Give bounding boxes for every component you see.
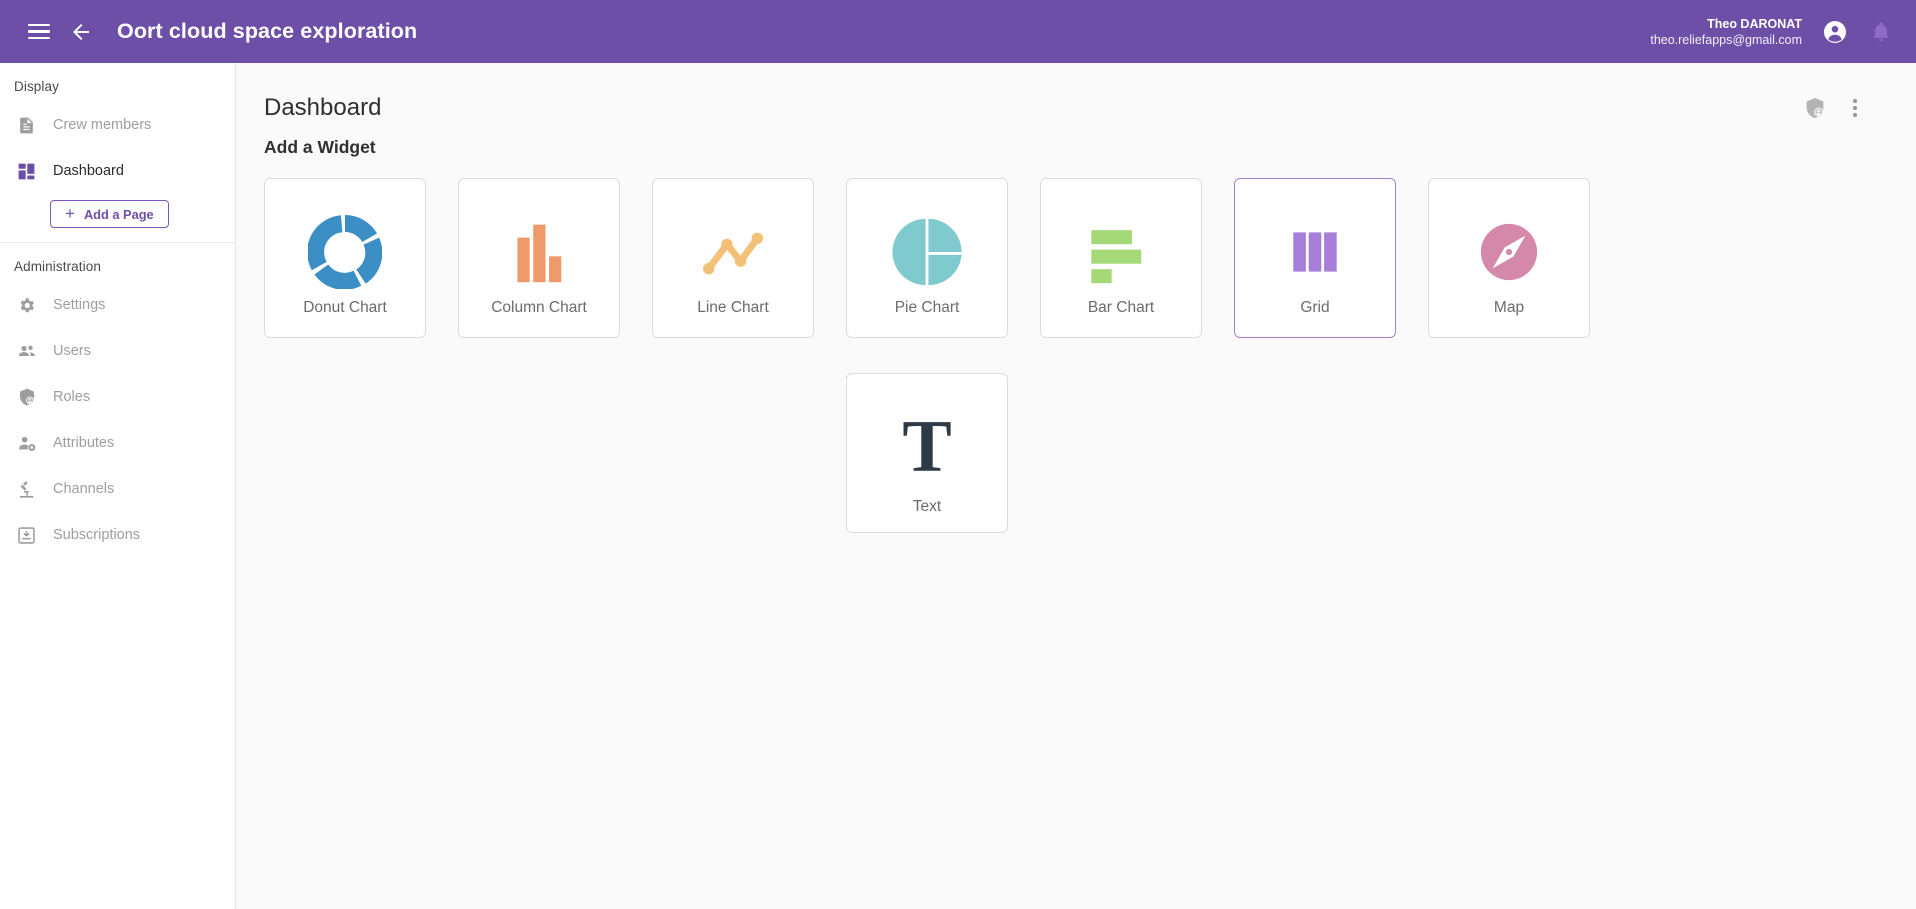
app-bar-left: Oort cloud space exploration: [0, 11, 417, 53]
back-arrow-icon: [73, 23, 89, 40]
widget-card-column-chart[interactable]: Column Chart: [458, 178, 620, 338]
users-icon: [16, 341, 37, 362]
add-widget-section-title: Add a Widget: [264, 137, 376, 157]
microscope-icon: [16, 479, 37, 500]
widget-label: Line Chart: [697, 299, 769, 316]
widget-label: Grid: [1300, 299, 1330, 316]
sidebar-item-settings[interactable]: Settings: [0, 282, 235, 328]
widget-visual: [1041, 209, 1201, 295]
more-vert-icon: [1853, 99, 1857, 117]
add-page-wrapper: + Add a Page: [0, 194, 235, 242]
more-options-button[interactable]: [1842, 95, 1868, 121]
gear-icon: [16, 295, 37, 316]
inbox-download-icon: [16, 525, 37, 546]
main-header-actions: [1802, 95, 1868, 121]
sidebar-item-label: Subscriptions: [53, 527, 141, 543]
user-name: Theo DARONAT: [1707, 16, 1802, 31]
account-circle-icon: [1824, 20, 1846, 43]
widget-grid: Donut Chart Column Chart Line Chart Pie …: [236, 158, 1676, 533]
app-root: Oort cloud space exploration Theo DARONA…: [0, 0, 1916, 909]
widget-card-pie-chart[interactable]: Pie Chart: [846, 178, 1008, 338]
sidebar-item-crew-members[interactable]: Crew members: [0, 102, 235, 148]
widget-visual: [265, 209, 425, 295]
widget-label: Map: [1493, 299, 1525, 316]
page-title: Dashboard: [264, 94, 382, 121]
donut-chart-icon: [308, 215, 382, 289]
notifications-button[interactable]: [1860, 11, 1902, 53]
person-gear-icon: [16, 433, 37, 454]
sidebar-item-attributes[interactable]: Attributes: [0, 420, 235, 466]
widget-card-bar-chart[interactable]: Bar Chart: [1040, 178, 1202, 338]
sidebar-item-channels[interactable]: Channels: [0, 466, 235, 512]
pie-chart-icon: [892, 218, 962, 286]
app-bar-title: Oort cloud space exploration: [117, 19, 418, 43]
widget-visual: [1235, 209, 1395, 295]
widget-card-donut-chart[interactable]: Donut Chart: [264, 178, 426, 338]
document-icon: [16, 115, 37, 136]
sidebar-item-label: Dashboard: [53, 163, 124, 179]
sidebar-item-label: Settings: [53, 297, 106, 313]
bell-icon: [1873, 22, 1889, 41]
user-email: theo.reliefapps@gmail.com: [1650, 32, 1802, 47]
hamburger-menu-icon: [28, 23, 50, 40]
sidebar-item-users[interactable]: Users: [0, 328, 235, 374]
sidebar-item-label: Attributes: [53, 435, 115, 451]
sidebar: Display Crew members Dashboard + Add a P…: [0, 63, 236, 909]
permissions-button[interactable]: [1802, 95, 1828, 121]
sidebar-item-label: Users: [53, 343, 91, 359]
widget-visual: [653, 209, 813, 295]
widget-label: Pie Chart: [894, 299, 960, 316]
compass-map-icon: [1480, 223, 1538, 281]
sidebar-section-administration-label: Administration: [14, 259, 101, 274]
text-t-icon: T: [902, 406, 952, 488]
column-chart-icon: [517, 224, 562, 283]
sidebar-item-roles[interactable]: Roles: [0, 374, 235, 420]
widget-label: Text: [912, 498, 942, 515]
widget-visual: [1429, 209, 1589, 295]
add-a-page-label: Add a Page: [83, 206, 154, 222]
line-chart-icon: [702, 232, 764, 275]
sidebar-section-display-label: Display: [14, 79, 59, 94]
sidebar-item-label: Roles: [53, 389, 91, 405]
shield-person-icon: [16, 387, 37, 408]
widget-label: Column Chart: [491, 299, 587, 316]
widget-label: Donut Chart: [303, 299, 387, 316]
bar-chart-icon: [1091, 230, 1142, 284]
main-content: Dashboard Add a Widget Donut Chart Colum…: [236, 63, 1916, 909]
sidebar-item-label: Crew members: [53, 117, 152, 133]
widget-visual: [847, 209, 1007, 295]
sidebar-item-dashboard[interactable]: Dashboard: [0, 148, 235, 194]
plus-icon: +: [65, 203, 75, 223]
app-bar: Oort cloud space exploration Theo DARONA…: [0, 0, 1916, 63]
user-info: Theo DARONAT theo.reliefapps@gmail.com: [1650, 16, 1802, 48]
sidebar-item-label: Channels: [53, 481, 115, 497]
main-header: Dashboard: [236, 63, 1916, 125]
widget-visual: T: [847, 404, 1007, 490]
account-button[interactable]: [1814, 11, 1856, 53]
add-a-page-button[interactable]: + Add a Page: [50, 200, 169, 228]
sidebar-item-subscriptions[interactable]: Subscriptions: [0, 512, 235, 558]
shield-person-icon: [1806, 98, 1824, 118]
grid-icon: [1293, 232, 1337, 272]
widget-card-text[interactable]: T Text: [846, 373, 1008, 533]
widget-card-grid[interactable]: Grid: [1234, 178, 1396, 338]
back-button[interactable]: [60, 11, 102, 53]
widget-visual: [459, 209, 619, 295]
hamburger-menu-button[interactable]: [18, 11, 60, 53]
widget-card-map[interactable]: Map: [1428, 178, 1590, 338]
widget-label: Bar Chart: [1087, 299, 1155, 316]
widget-card-line-chart[interactable]: Line Chart: [652, 178, 814, 338]
app-bar-right: Theo DARONAT theo.reliefapps@gmail.com: [1650, 11, 1916, 53]
dashboard-icon: [16, 161, 37, 182]
